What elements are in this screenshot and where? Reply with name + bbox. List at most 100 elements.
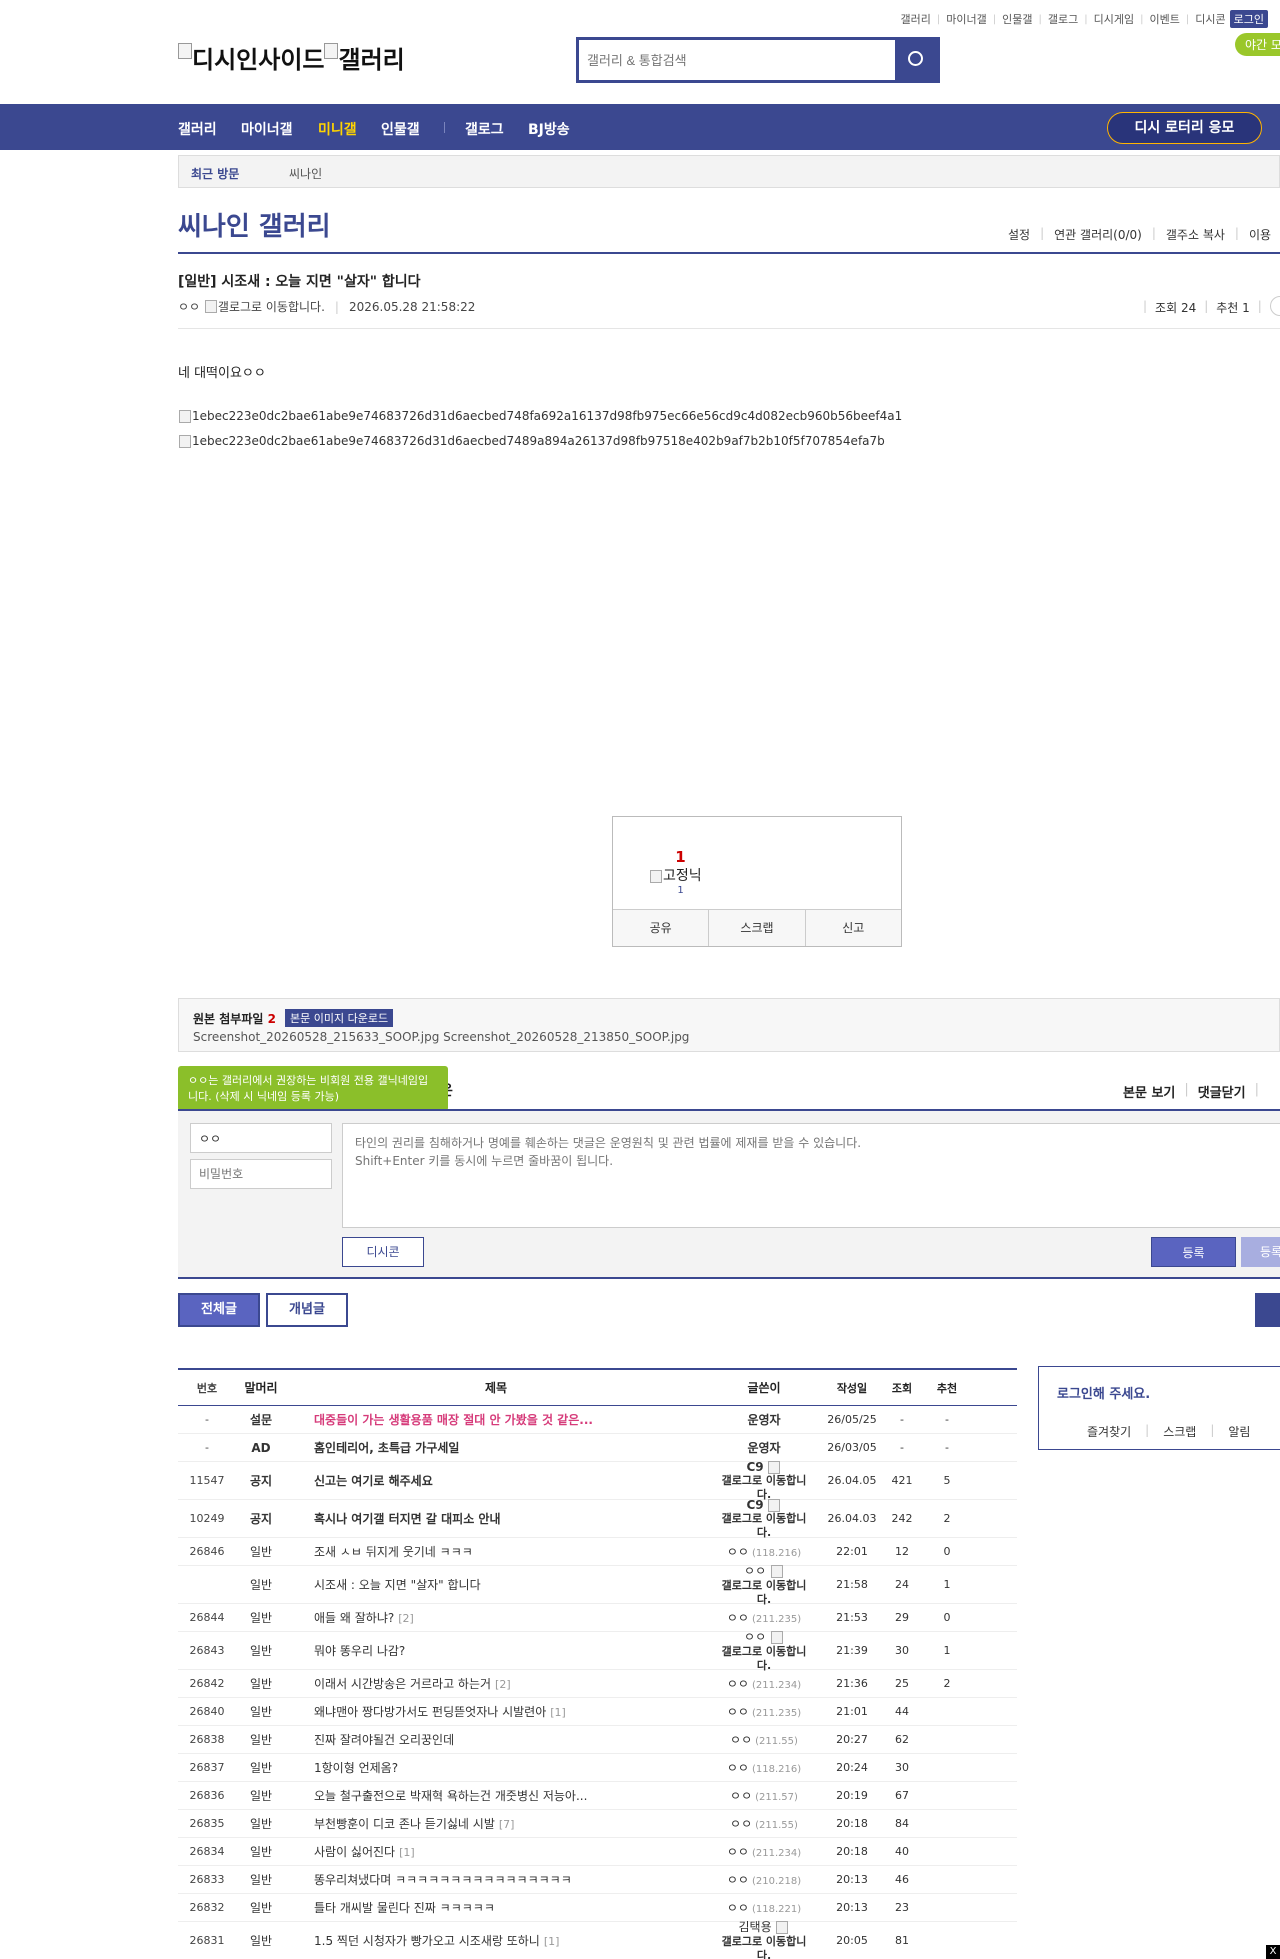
writer-name[interactable]: ㅇㅇ: [730, 1789, 752, 1803]
report-button[interactable]: 신고: [806, 910, 901, 946]
row-writer[interactable]: ㅇㅇ (211.55): [706, 1731, 822, 1748]
close-comments-link[interactable]: 댓글닫기: [1198, 1082, 1246, 1101]
table-row[interactable]: 26843 일반 뭐야 똥우리 나감? ㅇㅇ 갤로그로 이동합니다. 21:39 30 1: [178, 1630, 1017, 1673]
row-title[interactable]: 1.5 찍던 시청자가 빵가오고 시조새랑 또하니 [1]: [286, 1932, 706, 1949]
close-icon[interactable]: X: [1266, 1945, 1280, 1959]
row-writer[interactable]: ㅇㅇ (118.216): [706, 1759, 822, 1776]
site-logo[interactable]: 디시인사이드 갤러리: [178, 40, 405, 75]
related-gallery-link[interactable]: 연관 갤러리(0/0): [1054, 226, 1142, 243]
top-link[interactable]: 인물갤: [1002, 11, 1032, 27]
writer-name[interactable]: ㅇㅇ: [727, 1677, 749, 1691]
register-recommend-button[interactable]: 등록: [1241, 1237, 1280, 1267]
row-title-text[interactable]: 오늘 철구출전으로 박재혁 욕하는건 개줏병신 저능아...: [314, 1789, 587, 1803]
scrap-button[interactable]: 스크랩: [709, 910, 806, 946]
login-button[interactable]: 로그인: [1229, 10, 1268, 28]
lottery-button[interactable]: 디시 로터리 응모: [1107, 112, 1262, 144]
reply-count[interactable]: [1]: [399, 1846, 415, 1859]
row-title-text[interactable]: 뭐야 똥우리 나감?: [314, 1644, 405, 1658]
table-row[interactable]: 26846 일반 조새 ㅅㅂ 뒤지게 웃기네 ㅋㅋㅋ ㅇㅇ (118.216) 22:01…: [178, 1538, 1017, 1566]
table-row[interactable]: - AD 홈인테리어, 초특급 가구세일 운영자 26/03/05 - -: [178, 1434, 1017, 1462]
writer-gallog-alt[interactable]: 갤로그로 이동합니다.: [718, 1645, 810, 1673]
fixed-nick-recommend[interactable]: 고정닉: [649, 865, 702, 885]
row-title[interactable]: 홈인테리어, 초특급 가구세일: [286, 1439, 706, 1456]
password-field[interactable]: [190, 1159, 332, 1189]
scrap-link[interactable]: 스크랩: [1163, 1423, 1196, 1440]
gallery-title[interactable]: 씨나인 갤러리: [178, 206, 331, 243]
table-row[interactable]: 26844 일반 애들 왜 잘하냐? [2] ㅇㅇ (211.235) 21:53 29 0: [178, 1604, 1017, 1632]
tab-all-posts[interactable]: 전체글: [178, 1293, 260, 1327]
row-writer[interactable]: C9 갤로그로 이동합니다.: [706, 1460, 822, 1502]
post-writer[interactable]: ㅇㅇ: [178, 298, 200, 315]
tab-concept-posts[interactable]: 개념글: [266, 1293, 348, 1327]
more-icon[interactable]: [1270, 296, 1280, 316]
reply-count[interactable]: [1]: [550, 1706, 566, 1719]
writer-name[interactable]: C9: [747, 1460, 764, 1474]
gallog-icon[interactable]: [776, 1921, 789, 1934]
table-row[interactable]: 26833 일반 똥우리쳐냈다며 ㅋㅋㅋㅋㅋㅋㅋㅋㅋㅋㅋㅋㅋㅋㅋㅋ ㅇㅇ (210.21…: [178, 1866, 1017, 1894]
row-title-text[interactable]: 왜냐맨아 짱다방가서도 펀딩뜯엇자나 시발련아: [314, 1705, 546, 1719]
writer-name[interactable]: ㅇㅇ: [727, 1705, 749, 1719]
table-row[interactable]: 일반 시조새 : 오늘 지면 "살자" 합니다 ㅇㅇ 갤로그로 이동합니다. 21:5…: [178, 1564, 1017, 1606]
row-writer[interactable]: ㅇㅇ (210.218): [706, 1871, 822, 1888]
row-title[interactable]: 혹시나 여기갤 터지면 갈 대피소 안내: [286, 1510, 706, 1527]
reply-count[interactable]: [7]: [499, 1818, 515, 1831]
writer-name[interactable]: ㅇㅇ: [727, 1611, 749, 1625]
row-title-text[interactable]: 애들 왜 잘하냐?: [314, 1611, 394, 1625]
reply-count[interactable]: [1]: [544, 1935, 560, 1948]
login-message[interactable]: 로그인해 주세요.: [1057, 1383, 1150, 1402]
comment-textarea[interactable]: [342, 1123, 1280, 1228]
table-row[interactable]: 10249 공지 혹시나 여기갤 터지면 갈 대피소 안내 C9 갤로그로 이동합니다…: [178, 1498, 1017, 1540]
table-row[interactable]: 11547 공지 신고는 여기로 해주세요 C9 갤로그로 이동합니다. 26.04.0…: [178, 1460, 1017, 1502]
nav-minor[interactable]: 마이너갤: [241, 119, 293, 139]
row-writer[interactable]: 운영자: [706, 1411, 822, 1428]
writer-name[interactable]: ㅇㅇ: [730, 1733, 752, 1747]
row-title-text[interactable]: 대중들이 가는 생활용품 매장 절대 안 가봤을 것 같은...: [314, 1413, 593, 1427]
row-writer[interactable]: ㅇㅇ (211.55): [706, 1815, 822, 1832]
reply-count[interactable]: [2]: [398, 1612, 414, 1625]
row-writer[interactable]: ㅇㅇ (118.221): [706, 1899, 822, 1916]
writer-gallog-alt[interactable]: 갤로그로 이동합니다.: [718, 1512, 810, 1540]
row-title[interactable]: 똥우리쳐냈다며 ㅋㅋㅋㅋㅋㅋㅋㅋㅋㅋㅋㅋㅋㅋㅋㅋ: [286, 1871, 706, 1888]
copy-address-link[interactable]: 갤주소 복사: [1166, 226, 1225, 243]
row-title-text[interactable]: 진짜 잘려야될건 오리꿍인데: [314, 1733, 454, 1747]
row-writer[interactable]: C9 갤로그로 이동합니다.: [706, 1498, 822, 1540]
search-icon[interactable]: [895, 40, 937, 80]
row-writer[interactable]: 운영자: [706, 1439, 822, 1456]
post-writer-alt[interactable]: 갤로그로 이동합니다.: [218, 298, 325, 315]
row-title-text[interactable]: 틀타 개씨발 물린다 진짜 ㅋㅋㅋㅋㅋ: [314, 1901, 495, 1915]
writer-name[interactable]: ㅇㅇ: [744, 1630, 766, 1644]
writer-name[interactable]: ㅇㅇ: [727, 1545, 749, 1559]
gallog-icon[interactable]: [768, 1498, 781, 1512]
writer-name[interactable]: 김택용: [739, 1920, 772, 1934]
row-title[interactable]: 시조새 : 오늘 지면 "살자" 합니다: [286, 1576, 706, 1593]
favorites-link[interactable]: 즐겨찾기: [1087, 1423, 1131, 1440]
download-images-button[interactable]: 본문 이미지 다운로드: [285, 1009, 394, 1027]
row-title-text[interactable]: 이래서 시간방송은 거르라고 하는거: [314, 1677, 491, 1691]
view-body-link[interactable]: 본문 보기: [1123, 1082, 1175, 1101]
table-row[interactable]: 26835 일반 부천빵훈이 디코 존나 듣기싫네 시발 [7] ㅇㅇ (211.55) 2…: [178, 1810, 1017, 1838]
row-title-text[interactable]: 시조새 : 오늘 지면 "살자" 합니다: [314, 1578, 481, 1592]
usage-link[interactable]: 이용: [1249, 226, 1271, 243]
search-input[interactable]: [587, 48, 887, 72]
top-link[interactable]: 디시게임: [1094, 11, 1134, 27]
night-mode-button[interactable]: 야간 모: [1235, 33, 1280, 56]
row-title[interactable]: 1항이형 언제옴?: [286, 1759, 706, 1776]
table-row[interactable]: 26837 일반 1항이형 언제옴? ㅇㅇ (118.216) 20:24 30: [178, 1754, 1017, 1782]
nav-person[interactable]: 인물갤: [381, 119, 420, 139]
row-writer[interactable]: ㅇㅇ (118.216): [706, 1543, 822, 1560]
row-title[interactable]: 뭐야 똥우리 나감?: [286, 1642, 706, 1659]
row-writer[interactable]: ㅇㅇ (211.235): [706, 1609, 822, 1626]
nav-bj[interactable]: BJ방송: [528, 119, 570, 139]
gallog-icon[interactable]: [768, 1460, 781, 1474]
row-title[interactable]: 오늘 철구출전으로 박재혁 욕하는건 개줏병신 저능아...: [286, 1787, 706, 1804]
writer-name[interactable]: C9: [747, 1498, 764, 1512]
reply-count[interactable]: [2]: [495, 1678, 511, 1691]
gallog-icon[interactable]: [770, 1565, 783, 1578]
dccon-button[interactable]: 디시콘: [342, 1237, 424, 1267]
row-title[interactable]: 사람이 싫어진다 [1]: [286, 1843, 706, 1860]
row-title-text[interactable]: 1.5 찍던 시청자가 빵가오고 시조새랑 또하니: [314, 1934, 540, 1948]
top-link[interactable]: 마이너갤: [946, 11, 986, 27]
row-title-text[interactable]: 홈인테리어, 초특급 가구세일: [314, 1441, 459, 1455]
writer-name[interactable]: ㅇㅇ: [727, 1845, 749, 1859]
top-link[interactable]: 갤로그: [1048, 11, 1078, 27]
